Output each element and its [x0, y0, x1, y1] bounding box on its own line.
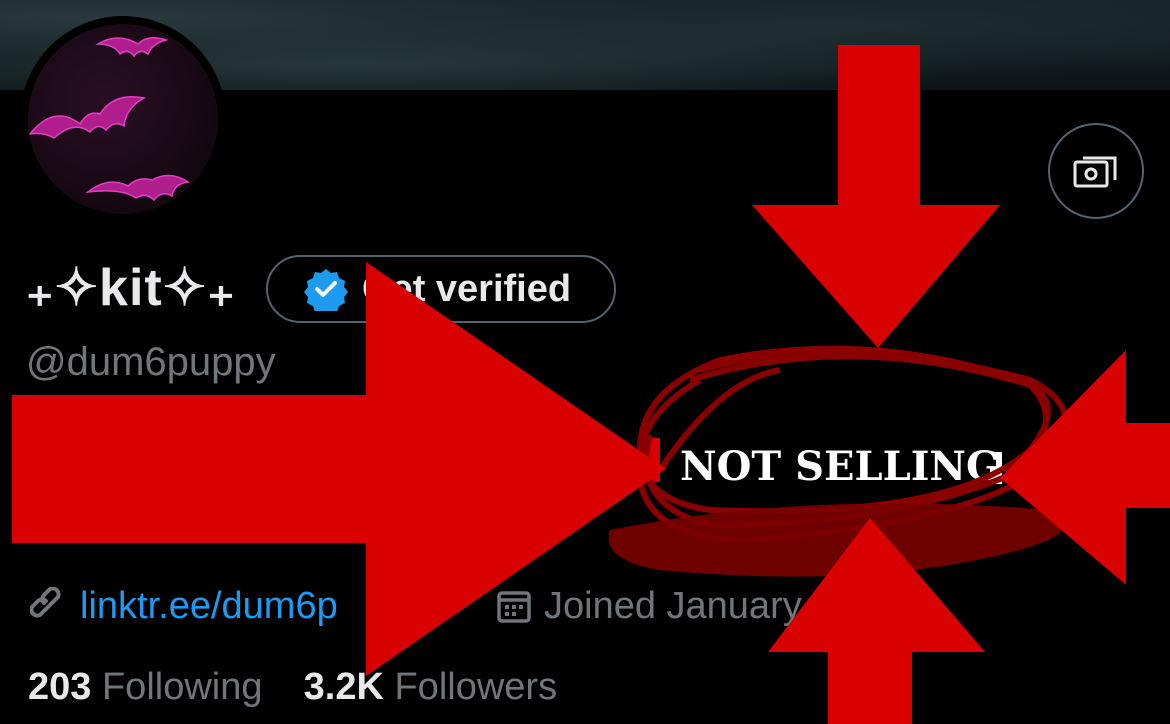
display-name: ₊✧kit✧₊: [26, 259, 236, 317]
joined-text: Joined January: [544, 584, 802, 627]
verified-badge-icon: [304, 269, 348, 311]
money-icon: [1073, 156, 1117, 188]
bio-mark-left: [646, 438, 660, 482]
username-handle: @dum6puppy: [26, 340, 276, 384]
tip-money-button[interactable]: [1048, 123, 1144, 219]
bio-mark-right: [996, 452, 1002, 484]
bat-pattern-icon: [28, 37, 191, 202]
followers-label: Followers: [394, 666, 558, 708]
following-count: 203: [28, 666, 92, 708]
get-verified-label: Get verified: [362, 267, 572, 310]
calendar-icon: [497, 591, 531, 623]
profile-link-text[interactable]: linktr.ee/dum6p: [80, 585, 338, 628]
arrow-down-top: [752, 45, 1000, 348]
profile-link[interactable]: linktr.ee/dum6p: [30, 582, 338, 630]
following-link[interactable]: 203 Following: [28, 666, 263, 708]
joined-date: Joined January: [496, 582, 802, 630]
follow-stats: 203 Following 3.2K Followers: [28, 666, 557, 709]
avatar[interactable]: [20, 16, 226, 222]
arrow-left-right: [1000, 350, 1170, 585]
bio-text: NOT SELLING: [680, 443, 1001, 490]
avatar-image: [28, 24, 218, 214]
followers-count: 3.2K: [303, 666, 384, 708]
get-verified-button[interactable]: Get verified: [266, 255, 616, 323]
link-icon: [30, 587, 61, 618]
scribble-fill: [608, 503, 1065, 577]
followers-link[interactable]: 3.2K Followers: [304, 666, 557, 708]
following-label: Following: [101, 666, 263, 708]
